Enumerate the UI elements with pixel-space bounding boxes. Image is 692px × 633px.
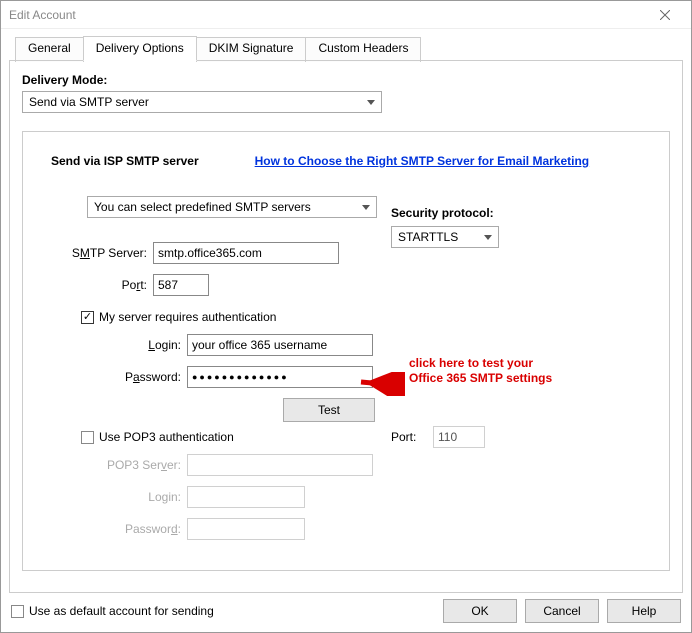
security-protocol-select[interactable]: STARTTLS bbox=[391, 226, 499, 248]
pop3-login-label: Login: bbox=[85, 490, 181, 504]
predefined-smtp-select[interactable]: You can select predefined SMTP servers bbox=[87, 196, 377, 218]
smtp-panel: Send via ISP SMTP server How to Choose t… bbox=[22, 131, 670, 571]
test-button[interactable]: Test bbox=[283, 398, 375, 422]
cancel-button[interactable]: Cancel bbox=[525, 599, 599, 623]
pop3-port-input bbox=[433, 426, 485, 448]
pop3-server-label: POP3 Server: bbox=[85, 458, 181, 472]
auth-checkbox[interactable]: ✓ bbox=[81, 311, 94, 324]
pop3-login-input bbox=[187, 486, 305, 508]
delivery-mode-label: Delivery Mode: bbox=[22, 73, 670, 87]
smtp-port-label: Port: bbox=[51, 278, 147, 292]
window-title: Edit Account bbox=[9, 8, 645, 22]
smtp-port-input[interactable] bbox=[153, 274, 209, 296]
help-button[interactable]: Help bbox=[607, 599, 681, 623]
close-icon bbox=[660, 10, 670, 20]
tab-delivery-options[interactable]: Delivery Options bbox=[83, 36, 197, 61]
predefined-smtp-value: You can select predefined SMTP servers bbox=[94, 200, 311, 214]
pop3-checkbox-row[interactable]: Use POP3 authentication bbox=[81, 430, 641, 444]
default-account-checkbox-row[interactable]: Use as default account for sending bbox=[11, 604, 214, 618]
pop3-password-label: Password: bbox=[85, 522, 181, 536]
main-panel: Delivery Mode: Send via SMTP server Send… bbox=[9, 60, 683, 593]
default-account-label: Use as default account for sending bbox=[29, 604, 214, 618]
security-protocol-value: STARTTLS bbox=[398, 230, 458, 244]
pop3-port-label: Port: bbox=[391, 430, 427, 444]
delivery-mode-select[interactable]: Send via SMTP server bbox=[22, 91, 382, 113]
password-label: Password: bbox=[85, 370, 181, 384]
auth-checkbox-row[interactable]: ✓ My server requires authentication bbox=[81, 310, 641, 324]
smtp-server-input[interactable] bbox=[153, 242, 339, 264]
tab-custom-headers[interactable]: Custom Headers bbox=[305, 37, 421, 62]
chevron-down-icon bbox=[484, 235, 492, 240]
titlebar: Edit Account bbox=[1, 1, 691, 29]
auth-checkbox-label: My server requires authentication bbox=[99, 310, 276, 324]
security-protocol-group: Security protocol: STARTTLS bbox=[391, 206, 499, 248]
smtp-server-label: SMTP Server: bbox=[51, 246, 147, 260]
login-label: Login: bbox=[85, 338, 181, 352]
pop3-port-group: Port: bbox=[391, 426, 485, 448]
default-account-checkbox[interactable] bbox=[11, 605, 24, 618]
help-link[interactable]: How to Choose the Right SMTP Server for … bbox=[255, 154, 590, 168]
close-button[interactable] bbox=[645, 1, 685, 28]
pop3-checkbox-label: Use POP3 authentication bbox=[99, 430, 234, 444]
chevron-down-icon bbox=[362, 205, 370, 210]
tab-general[interactable]: General bbox=[15, 37, 84, 62]
tab-dkim-signature[interactable]: DKIM Signature bbox=[196, 37, 307, 62]
pop3-checkbox[interactable] bbox=[81, 431, 94, 444]
footer: Use as default account for sending OK Ca… bbox=[1, 590, 691, 632]
security-protocol-label: Security protocol: bbox=[391, 206, 499, 220]
password-input[interactable]: ●●●●●●●●●●●●● bbox=[187, 366, 373, 388]
ok-button[interactable]: OK bbox=[443, 599, 517, 623]
section-heading: Send via ISP SMTP server bbox=[51, 154, 199, 168]
delivery-mode-value: Send via SMTP server bbox=[29, 95, 149, 109]
chevron-down-icon bbox=[367, 100, 375, 105]
login-input[interactable] bbox=[187, 334, 373, 356]
pop3-password-input bbox=[187, 518, 305, 540]
pop3-server-input bbox=[187, 454, 373, 476]
tab-bar: General Delivery Options DKIM Signature … bbox=[15, 35, 691, 60]
